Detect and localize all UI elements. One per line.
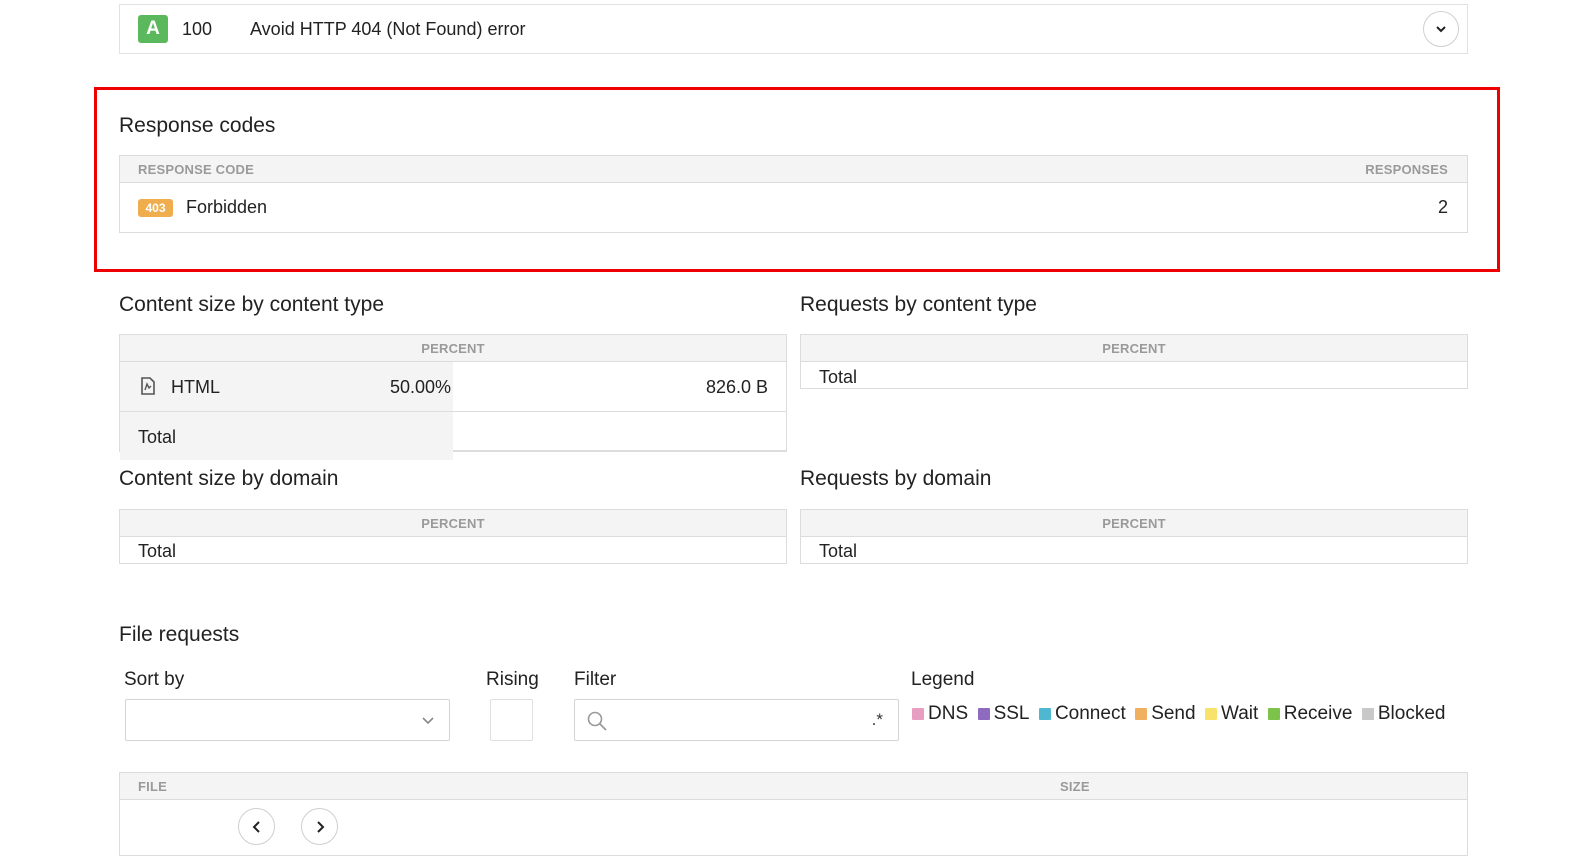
total-label: Total bbox=[138, 541, 177, 561]
legend-item-receive: Receive bbox=[1267, 703, 1353, 725]
legend-item-wait: Wait bbox=[1205, 703, 1258, 725]
legend-swatch bbox=[1361, 708, 1374, 720]
col-responses: RESPONSES bbox=[1365, 162, 1448, 177]
col-percent: PERCENT bbox=[1102, 516, 1166, 531]
col-response-code: RESPONSE CODE bbox=[138, 162, 255, 177]
legend-swatch bbox=[912, 708, 924, 720]
legend-text: Blocked bbox=[1377, 703, 1446, 724]
total-label: Total bbox=[819, 541, 858, 561]
legend-swatch bbox=[1135, 708, 1148, 720]
legend-text: Send bbox=[1151, 703, 1196, 724]
legend: DNS SSL Connect Send Wait Receive Blocke… bbox=[912, 703, 1450, 725]
content-size-domain-table: PERCENT Total bbox=[119, 509, 787, 564]
total-row: Total bbox=[120, 412, 786, 460]
chevron-right-icon bbox=[316, 820, 324, 833]
file-icon bbox=[141, 377, 155, 395]
next-page-button[interactable] bbox=[301, 808, 338, 845]
legend-text: Receive bbox=[1283, 703, 1353, 724]
table-header: FILE SIZE bbox=[120, 773, 1467, 800]
requests-type-table: PERCENT Total bbox=[800, 334, 1468, 389]
legend-item-send: Send bbox=[1135, 703, 1196, 725]
col-percent: PERCENT bbox=[421, 516, 485, 531]
chevron-down-icon bbox=[422, 717, 434, 725]
legend-swatch bbox=[1205, 708, 1218, 720]
table-header: PERCENT bbox=[120, 510, 786, 537]
filter-label: Filter bbox=[574, 669, 617, 690]
rising-checkbox[interactable] bbox=[490, 699, 533, 741]
chevron-left-icon bbox=[252, 820, 260, 833]
file-requests-table: FILE SIZE bbox=[119, 772, 1468, 856]
status-badge: 403 bbox=[138, 199, 173, 217]
legend-text: Wait bbox=[1221, 703, 1259, 724]
table-header: RESPONSE CODE RESPONSES bbox=[120, 156, 1467, 183]
expand-button[interactable] bbox=[1423, 11, 1459, 47]
content-type-label: HTML bbox=[171, 377, 220, 397]
legend-swatch bbox=[1038, 708, 1051, 720]
table-header: PERCENT bbox=[120, 335, 786, 362]
content-size: 826.0 B bbox=[705, 377, 768, 397]
response-count: 2 bbox=[1437, 197, 1448, 217]
chevron-down-icon bbox=[1436, 26, 1446, 33]
total-label: Total bbox=[138, 427, 177, 447]
total-label: Total bbox=[819, 367, 858, 387]
legend-label: Legend bbox=[911, 669, 975, 690]
table-header: PERCENT bbox=[801, 335, 1467, 362]
audit-row[interactable]: A 100 Avoid HTTP 404 (Not Found) error bbox=[119, 4, 1468, 54]
filter-input[interactable]: .* bbox=[574, 699, 899, 741]
response-codes-table: RESPONSE CODE RESPONSES 403 Forbidden 2 bbox=[119, 155, 1468, 233]
sort-by-label: Sort by bbox=[124, 669, 185, 690]
audit-title: Avoid HTTP 404 (Not Found) error bbox=[250, 19, 526, 39]
legend-item-connect: Connect bbox=[1038, 703, 1126, 725]
search-icon bbox=[587, 711, 607, 731]
content-percent: 50.00% bbox=[390, 377, 452, 397]
legend-item-dns: DNS bbox=[912, 703, 968, 725]
table-header: PERCENT bbox=[801, 510, 1467, 537]
rising-label: Rising bbox=[486, 669, 539, 690]
legend-text: Connect bbox=[1054, 703, 1126, 724]
response-codes-title: Response codes bbox=[119, 114, 276, 137]
table-row: 403 Forbidden 2 bbox=[120, 183, 1467, 232]
legend-item-ssl: SSL bbox=[977, 703, 1030, 725]
grade-badge: A bbox=[138, 15, 168, 43]
requests-domain-title: Requests by domain bbox=[800, 467, 992, 490]
file-requests-title: File requests bbox=[119, 623, 240, 646]
response-label: Forbidden bbox=[186, 197, 268, 217]
legend-text: DNS bbox=[928, 703, 969, 724]
legend-swatch bbox=[977, 708, 990, 720]
legend-item-blocked: Blocked bbox=[1361, 703, 1446, 725]
col-size: SIZE bbox=[1060, 779, 1090, 794]
col-file: FILE bbox=[138, 779, 167, 794]
sort-by-select[interactable] bbox=[125, 699, 450, 741]
content-size-type-table: PERCENT HTML 50.00% 826.0 B Total bbox=[119, 334, 787, 460]
prev-page-button[interactable] bbox=[238, 808, 275, 845]
col-percent: PERCENT bbox=[1102, 341, 1166, 356]
legend-swatch bbox=[1267, 708, 1280, 720]
col-percent: PERCENT bbox=[421, 341, 485, 356]
requests-domain-table: PERCENT Total bbox=[800, 509, 1468, 564]
content-size-type-title: Content size by content type bbox=[119, 293, 384, 316]
audit-score: 100 bbox=[182, 19, 213, 39]
content-size-domain-title: Content size by domain bbox=[119, 467, 339, 490]
table-row: HTML 50.00% 826.0 B bbox=[120, 362, 786, 412]
legend-text: SSL bbox=[993, 703, 1030, 724]
regex-toggle[interactable]: .* bbox=[872, 710, 883, 730]
requests-type-title: Requests by content type bbox=[800, 293, 1037, 316]
